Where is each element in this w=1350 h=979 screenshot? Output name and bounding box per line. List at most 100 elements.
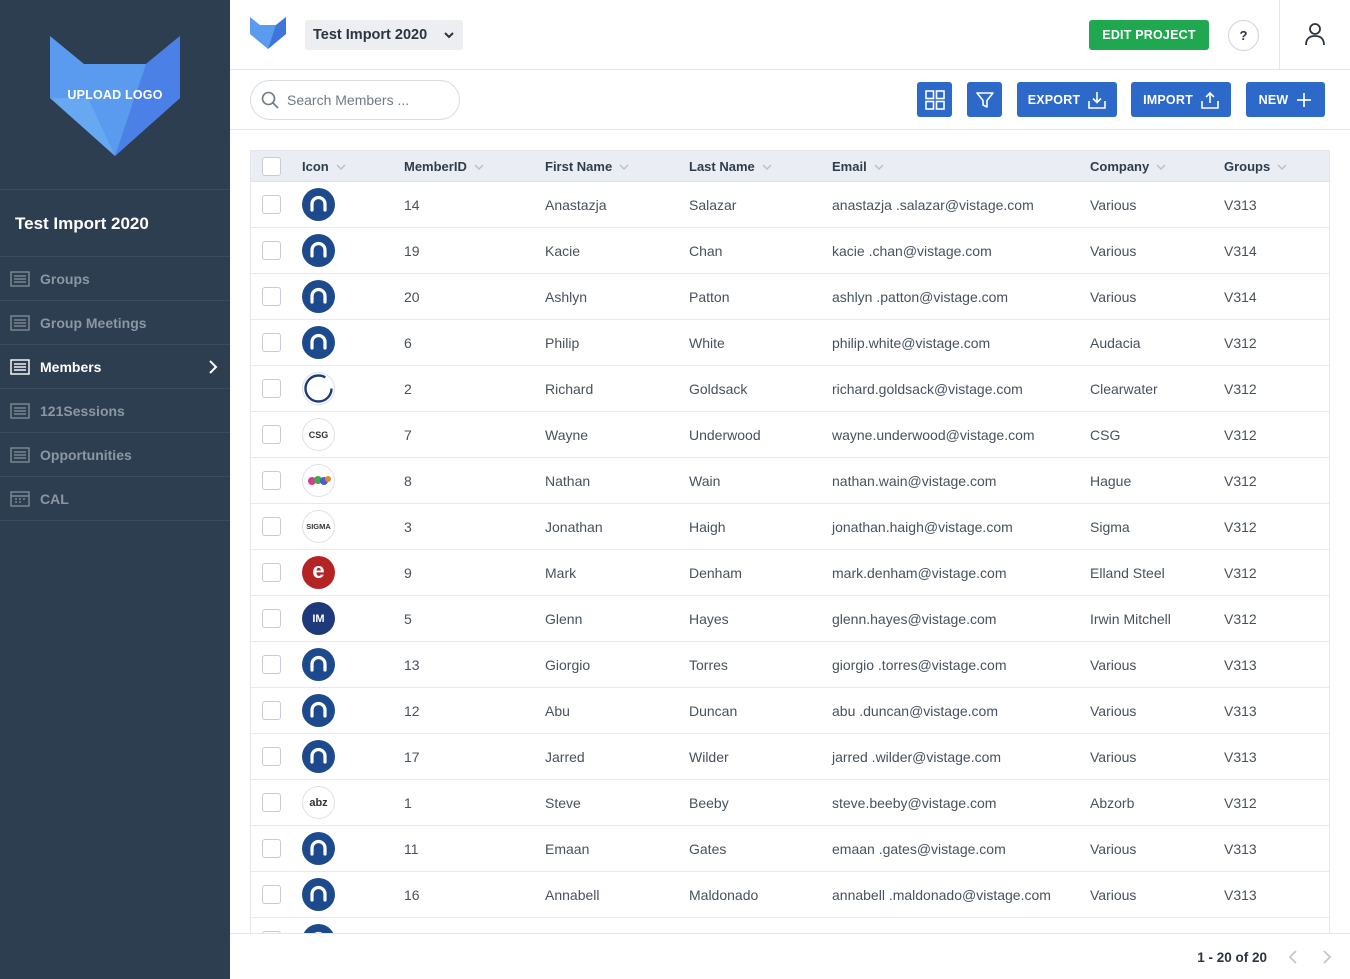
table-row[interactable]: 2 Richard Goldsack richard.goldsack@vistage… — [251, 366, 1329, 412]
last-name-cell: White — [689, 335, 725, 351]
project-selector[interactable]: Test Import 2020 — [305, 20, 463, 50]
table-row[interactable]: abz 1 Steve Beeby steve.beeby@vistage.com Abz… — [251, 780, 1329, 826]
export-button[interactable]: EXPORT — [1017, 82, 1117, 117]
group-cell: V313 — [1224, 703, 1257, 719]
sort-chevron-icon — [762, 163, 772, 170]
row-checkbox[interactable] — [262, 241, 281, 260]
member-id-cell: 20 — [404, 289, 420, 305]
row-checkbox[interactable] — [262, 287, 281, 306]
new-button[interactable]: NEW — [1246, 82, 1325, 117]
member-id-cell: 2 — [404, 381, 412, 397]
table-row[interactable]: e 9 Mark Denham mark.denham@vistage.com Ellan… — [251, 550, 1329, 596]
row-checkbox[interactable] — [262, 379, 281, 398]
grid-view-button[interactable] — [917, 82, 952, 117]
list-icon — [10, 446, 30, 463]
select-all-checkbox[interactable] — [262, 157, 281, 176]
sort-chevron-icon — [1156, 163, 1166, 170]
last-name-cell: Gates — [689, 841, 727, 857]
sidebar-item-cal[interactable]: CAL — [0, 477, 230, 521]
group-cell: V313 — [1224, 197, 1257, 213]
last-name-cell: Torres — [689, 657, 728, 673]
row-checkbox[interactable] — [262, 471, 281, 490]
chevron-down-icon — [444, 32, 454, 39]
row-checkbox[interactable] — [262, 885, 281, 904]
search-box[interactable] — [250, 80, 460, 120]
column-header-email[interactable]: Email — [832, 159, 884, 174]
column-header-memberid[interactable]: MemberID — [404, 159, 484, 174]
sidebar-item-groups[interactable]: Groups — [0, 257, 230, 301]
table-row[interactable]: 20 Ashlyn Patton ashlyn .patton@vistage.com… — [251, 274, 1329, 320]
calendar-icon — [10, 490, 30, 507]
sidebar-item-group-meetings[interactable]: Group Meetings — [0, 301, 230, 345]
last-name-cell: Hayes — [689, 611, 729, 627]
group-cell: V314 — [1224, 289, 1257, 305]
group-cell: V313 — [1224, 841, 1257, 857]
row-checkbox[interactable] — [262, 655, 281, 674]
column-header-last-name[interactable]: Last Name — [689, 159, 772, 174]
help-button[interactable]: ? — [1228, 20, 1259, 51]
app-logo-icon[interactable] — [249, 16, 287, 50]
sidebar-item-label: Opportunities — [40, 446, 132, 463]
table-row[interactable]: 17 Jarred Wilder jarred .wilder@vistage.com… — [251, 734, 1329, 780]
search-icon — [261, 91, 279, 109]
upload-icon — [1201, 91, 1219, 109]
row-checkbox[interactable] — [262, 425, 281, 444]
column-header-company[interactable]: Company — [1090, 159, 1166, 174]
company-avatar: SIGMA — [302, 510, 335, 543]
table-row[interactable]: IM 5 Glenn Hayes glenn.hayes@vistage.com Irwi… — [251, 596, 1329, 642]
table-row[interactable]: 13 Giorgio Torres giorgio .torres@vistage.c… — [251, 642, 1329, 688]
table-row[interactable]: 14 Anastazja Salazar anastazja .salazar@vis… — [251, 182, 1329, 228]
email-cell: ashlyn .patton@vistage.com — [832, 289, 1009, 305]
row-checkbox[interactable] — [262, 793, 281, 812]
table-row[interactable]: SIGMA 3 Jonathan Haigh jonathan.haigh@vistag… — [251, 504, 1329, 550]
company-cell: Abzorb — [1090, 795, 1135, 811]
company-avatar: IM — [302, 602, 335, 635]
row-checkbox[interactable] — [262, 609, 281, 628]
row-checkbox[interactable] — [262, 839, 281, 858]
edit-project-button[interactable]: EDIT PROJECT — [1089, 20, 1209, 50]
user-icon[interactable] — [1304, 22, 1326, 46]
new-button-label: NEW — [1258, 92, 1289, 107]
group-cell: V313 — [1224, 887, 1257, 903]
table-row[interactable]: 12 Abu Duncan abu .duncan@vistage.com Variou… — [251, 688, 1329, 734]
ring-logo-icon — [304, 374, 333, 403]
table-row[interactable] — [251, 918, 1329, 933]
column-header-groups[interactable]: Groups — [1224, 159, 1287, 174]
first-name-cell: Richard — [545, 381, 594, 397]
import-button-label: IMPORT — [1143, 92, 1193, 107]
column-header-first-name[interactable]: First Name — [545, 159, 629, 174]
row-checkbox[interactable] — [262, 333, 281, 352]
column-header-label: Last Name — [689, 159, 755, 174]
sidebar-item-opportunities[interactable]: Opportunities — [0, 433, 230, 477]
row-checkbox[interactable] — [262, 517, 281, 536]
logo-upload-area[interactable]: UPLOAD LOGO — [0, 0, 230, 190]
table-row[interactable]: 6 Philip White philip.white@vistage.com Auda… — [251, 320, 1329, 366]
column-header-icon[interactable]: Icon — [302, 159, 346, 174]
upload-logo-label: UPLOAD LOGO — [67, 88, 163, 102]
row-checkbox[interactable] — [262, 195, 281, 214]
email-cell: wayne.underwood@vistage.com — [832, 427, 1035, 443]
company-cell: Sigma — [1090, 519, 1130, 535]
row-checkbox[interactable] — [262, 747, 281, 766]
import-button[interactable]: IMPORT — [1131, 82, 1231, 117]
sidebar-item-121sessions[interactable]: 121Sessions — [0, 389, 230, 433]
table-row[interactable]: 8 Nathan Wain nathan.wain@vistage.com Hague V… — [251, 458, 1329, 504]
chevron-right-icon — [209, 360, 218, 374]
table-row[interactable]: 16 Annabell Maldonado annabell .maldonado@v… — [251, 872, 1329, 918]
table-row[interactable]: 11 Emaan Gates emaan .gates@vistage.com Vari… — [251, 826, 1329, 872]
table-row[interactable]: CSG 7 Wayne Underwood wayne.underwood@vistag… — [251, 412, 1329, 458]
row-checkbox[interactable] — [262, 701, 281, 720]
chevron-right-icon[interactable] — [1320, 949, 1334, 965]
filter-button[interactable] — [967, 82, 1002, 117]
first-name-cell: Ashlyn — [545, 289, 588, 305]
company-avatar: e — [302, 556, 335, 589]
search-input[interactable] — [287, 92, 437, 108]
divider — [1279, 0, 1280, 70]
company-cell: Various — [1090, 887, 1137, 903]
table-row[interactable]: 19 Kacie Chan kacie .chan@vistage.com Variou… — [251, 228, 1329, 274]
first-name-cell: Wayne — [545, 427, 589, 443]
sidebar-item-members[interactable]: Members — [0, 345, 230, 389]
chevron-left-icon[interactable] — [1286, 949, 1300, 965]
row-checkbox[interactable] — [262, 563, 281, 582]
company-avatar — [302, 372, 335, 405]
